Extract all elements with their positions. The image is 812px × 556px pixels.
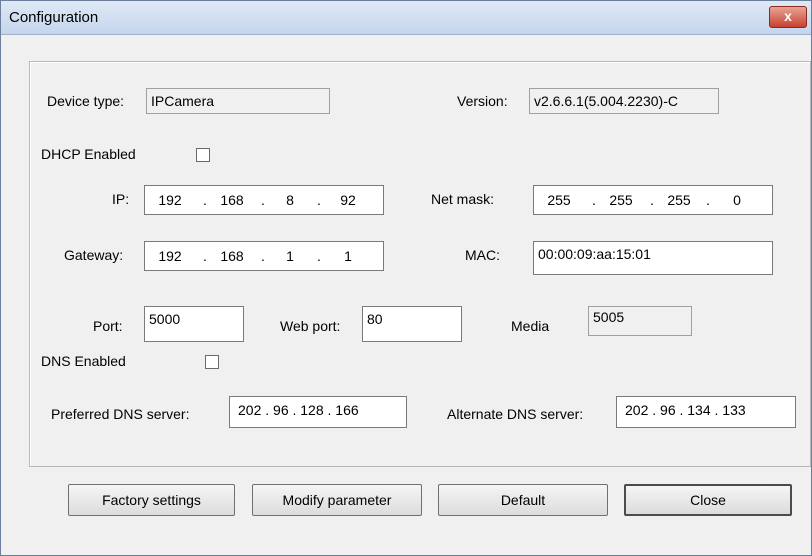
preferred-dns-field[interactable]: 202 . 96 . 128 . 166 [229, 396, 407, 428]
ip-address-field[interactable]: 192 . 168 . 8 . 92 [144, 185, 384, 215]
ip-octet-4: 92 [340, 192, 356, 208]
dns-enabled-checkbox[interactable] [205, 355, 219, 369]
netmask-dot: . [592, 192, 596, 208]
ip-dot: . [317, 192, 321, 208]
configuration-window: Configuration x Device type: IPCamera Ve… [0, 0, 812, 556]
default-button[interactable]: Default [438, 484, 608, 516]
dhcp-enabled-checkbox[interactable] [196, 148, 210, 162]
window-title: Configuration [9, 9, 99, 26]
modify-parameter-button[interactable]: Modify parameter [252, 484, 422, 516]
ip-dot: . [203, 192, 207, 208]
port-label: Port: [93, 318, 123, 334]
ip-dot: . [261, 192, 265, 208]
gateway-octet-3: 1 [286, 248, 294, 264]
media-label: Media [511, 318, 550, 334]
version-label: Version: [457, 93, 508, 109]
factory-settings-button[interactable]: Factory settings [68, 484, 235, 516]
dhcp-enabled-label: DHCP Enabled [41, 146, 136, 162]
web-port-label: Web port: [280, 318, 341, 334]
dns-enabled-label: DNS Enabled [41, 353, 126, 369]
close-button[interactable]: Close [624, 484, 792, 516]
gateway-octet-4: 1 [344, 248, 352, 264]
alternate-dns-field[interactable]: 202 . 96 . 134 . 133 [616, 396, 796, 428]
netmask-dot: . [706, 192, 710, 208]
title-bar: Configuration x [1, 1, 811, 35]
netmask-label: Net mask: [431, 191, 495, 207]
ip-octet-1: 192 [158, 192, 182, 208]
ip-label: IP: [112, 191, 130, 207]
alternate-dns-label: Alternate DNS server: [447, 406, 584, 422]
preferred-dns-label: Preferred DNS server: [51, 406, 190, 422]
device-type-field: IPCamera [146, 88, 330, 114]
media-field: 5005 [588, 306, 692, 336]
gateway-dot: . [203, 248, 207, 264]
gateway-dot: . [317, 248, 321, 264]
ip-octet-3: 8 [286, 192, 294, 208]
gateway-label: Gateway: [64, 247, 124, 263]
gateway-octet-1: 192 [158, 248, 182, 264]
gateway-octet-2: 168 [220, 248, 244, 264]
netmask-dot: . [650, 192, 654, 208]
ip-octet-2: 168 [220, 192, 244, 208]
netmask-field[interactable]: 255 . 255 . 255 . 0 [533, 185, 773, 215]
port-field[interactable]: 5000 [144, 306, 244, 342]
netmask-octet-3: 255 [667, 192, 691, 208]
netmask-octet-1: 255 [547, 192, 571, 208]
version-field: v2.6.6.1(5.004.2230)-C [529, 88, 719, 114]
mac-label: MAC: [465, 247, 500, 263]
netmask-octet-2: 255 [609, 192, 633, 208]
device-type-label: Device type: [47, 93, 125, 109]
web-port-field[interactable]: 80 [362, 306, 462, 342]
mac-field[interactable]: 00:00:09:aa:15:01 [533, 241, 773, 275]
netmask-octet-4: 0 [733, 192, 741, 208]
close-icon[interactable]: x [769, 6, 807, 28]
gateway-field[interactable]: 192 . 168 . 1 . 1 [144, 241, 384, 271]
gateway-dot: . [261, 248, 265, 264]
